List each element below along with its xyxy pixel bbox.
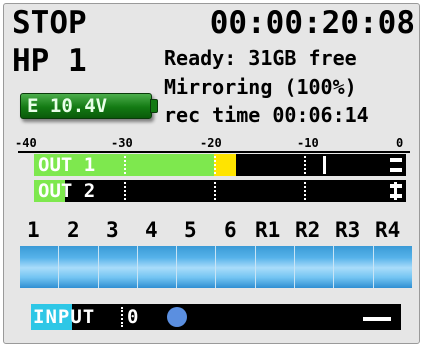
output-meter-1: OUT 1 (34, 154, 406, 176)
channel-number: 2 (67, 218, 80, 242)
meter-gridline (214, 182, 216, 200)
meter-cap (390, 158, 402, 162)
transport-status: STOP (12, 5, 87, 41)
meter-gridline (124, 182, 126, 200)
channel-cell-r2[interactable] (295, 246, 335, 288)
channel-cell-r3[interactable] (334, 246, 374, 288)
ready-free-space: Ready: 31GB free (164, 46, 357, 70)
channel-cell-6[interactable] (216, 246, 256, 288)
channel-cell-2[interactable] (59, 246, 99, 288)
channel-number: R2 (295, 218, 321, 242)
battery-icon: E 10.4V (20, 93, 152, 119)
battery-voltage: E 10.4V (27, 95, 108, 117)
input-cap (363, 317, 391, 321)
output-meter-2: OUT 2 (34, 180, 406, 202)
meter-cap (390, 168, 402, 172)
headphone-source[interactable]: HP 1 (12, 43, 87, 79)
channel-number: 3 (106, 218, 119, 242)
input-label: INPUT (33, 306, 96, 328)
output-label: OUT 1 (38, 154, 96, 176)
scale-tick: -30 (111, 136, 133, 150)
channel-number: R4 (375, 218, 401, 242)
recorder-display: STOP 00:00:20:08 HP 1 Ready: 31GB free M… (3, 3, 420, 344)
scale-tick: -40 (15, 136, 37, 150)
channel-number: R1 (255, 218, 281, 242)
output-label: OUT 2 (38, 180, 96, 202)
meter-peak-segment (214, 154, 236, 176)
meter-gridline (304, 156, 306, 174)
scale-tick: -10 (297, 136, 319, 150)
channel-cell-3[interactable] (98, 246, 138, 288)
input-bar[interactable]: INPUT 0 (31, 304, 401, 330)
input-separator (121, 307, 123, 327)
meter-cap (390, 194, 402, 198)
input-value: 0 (127, 306, 139, 328)
channel-cell-1[interactable] (20, 246, 60, 288)
meter-scale-line (18, 151, 410, 153)
meter-gridline (124, 156, 126, 174)
channel-cell-4[interactable] (137, 246, 178, 288)
channel-strip (20, 246, 412, 288)
meter-gridline (304, 182, 306, 200)
scale-tick: -20 (200, 136, 222, 150)
channel-cell-5[interactable] (177, 246, 217, 288)
input-knob-icon[interactable] (167, 307, 187, 327)
channel-number: R3 (335, 218, 361, 242)
scale-tick: 0 (396, 136, 404, 150)
channel-number: 1 (27, 218, 40, 242)
battery-tip (150, 99, 158, 113)
meter-cap (390, 184, 402, 188)
channel-number: 5 (184, 218, 197, 242)
rec-time-remaining: rec time 00:06:14 (164, 103, 369, 127)
channel-cell-r1[interactable] (255, 246, 296, 288)
timecode-display: 00:00:20:08 (209, 5, 415, 41)
channel-number: 4 (145, 218, 158, 242)
channel-cell-r4[interactable] (373, 246, 412, 288)
meter-peak-hold (323, 156, 326, 174)
mirroring-status: Mirroring (100%) (164, 75, 357, 99)
channel-number: 6 (224, 218, 237, 242)
meter-gridline (214, 156, 216, 174)
